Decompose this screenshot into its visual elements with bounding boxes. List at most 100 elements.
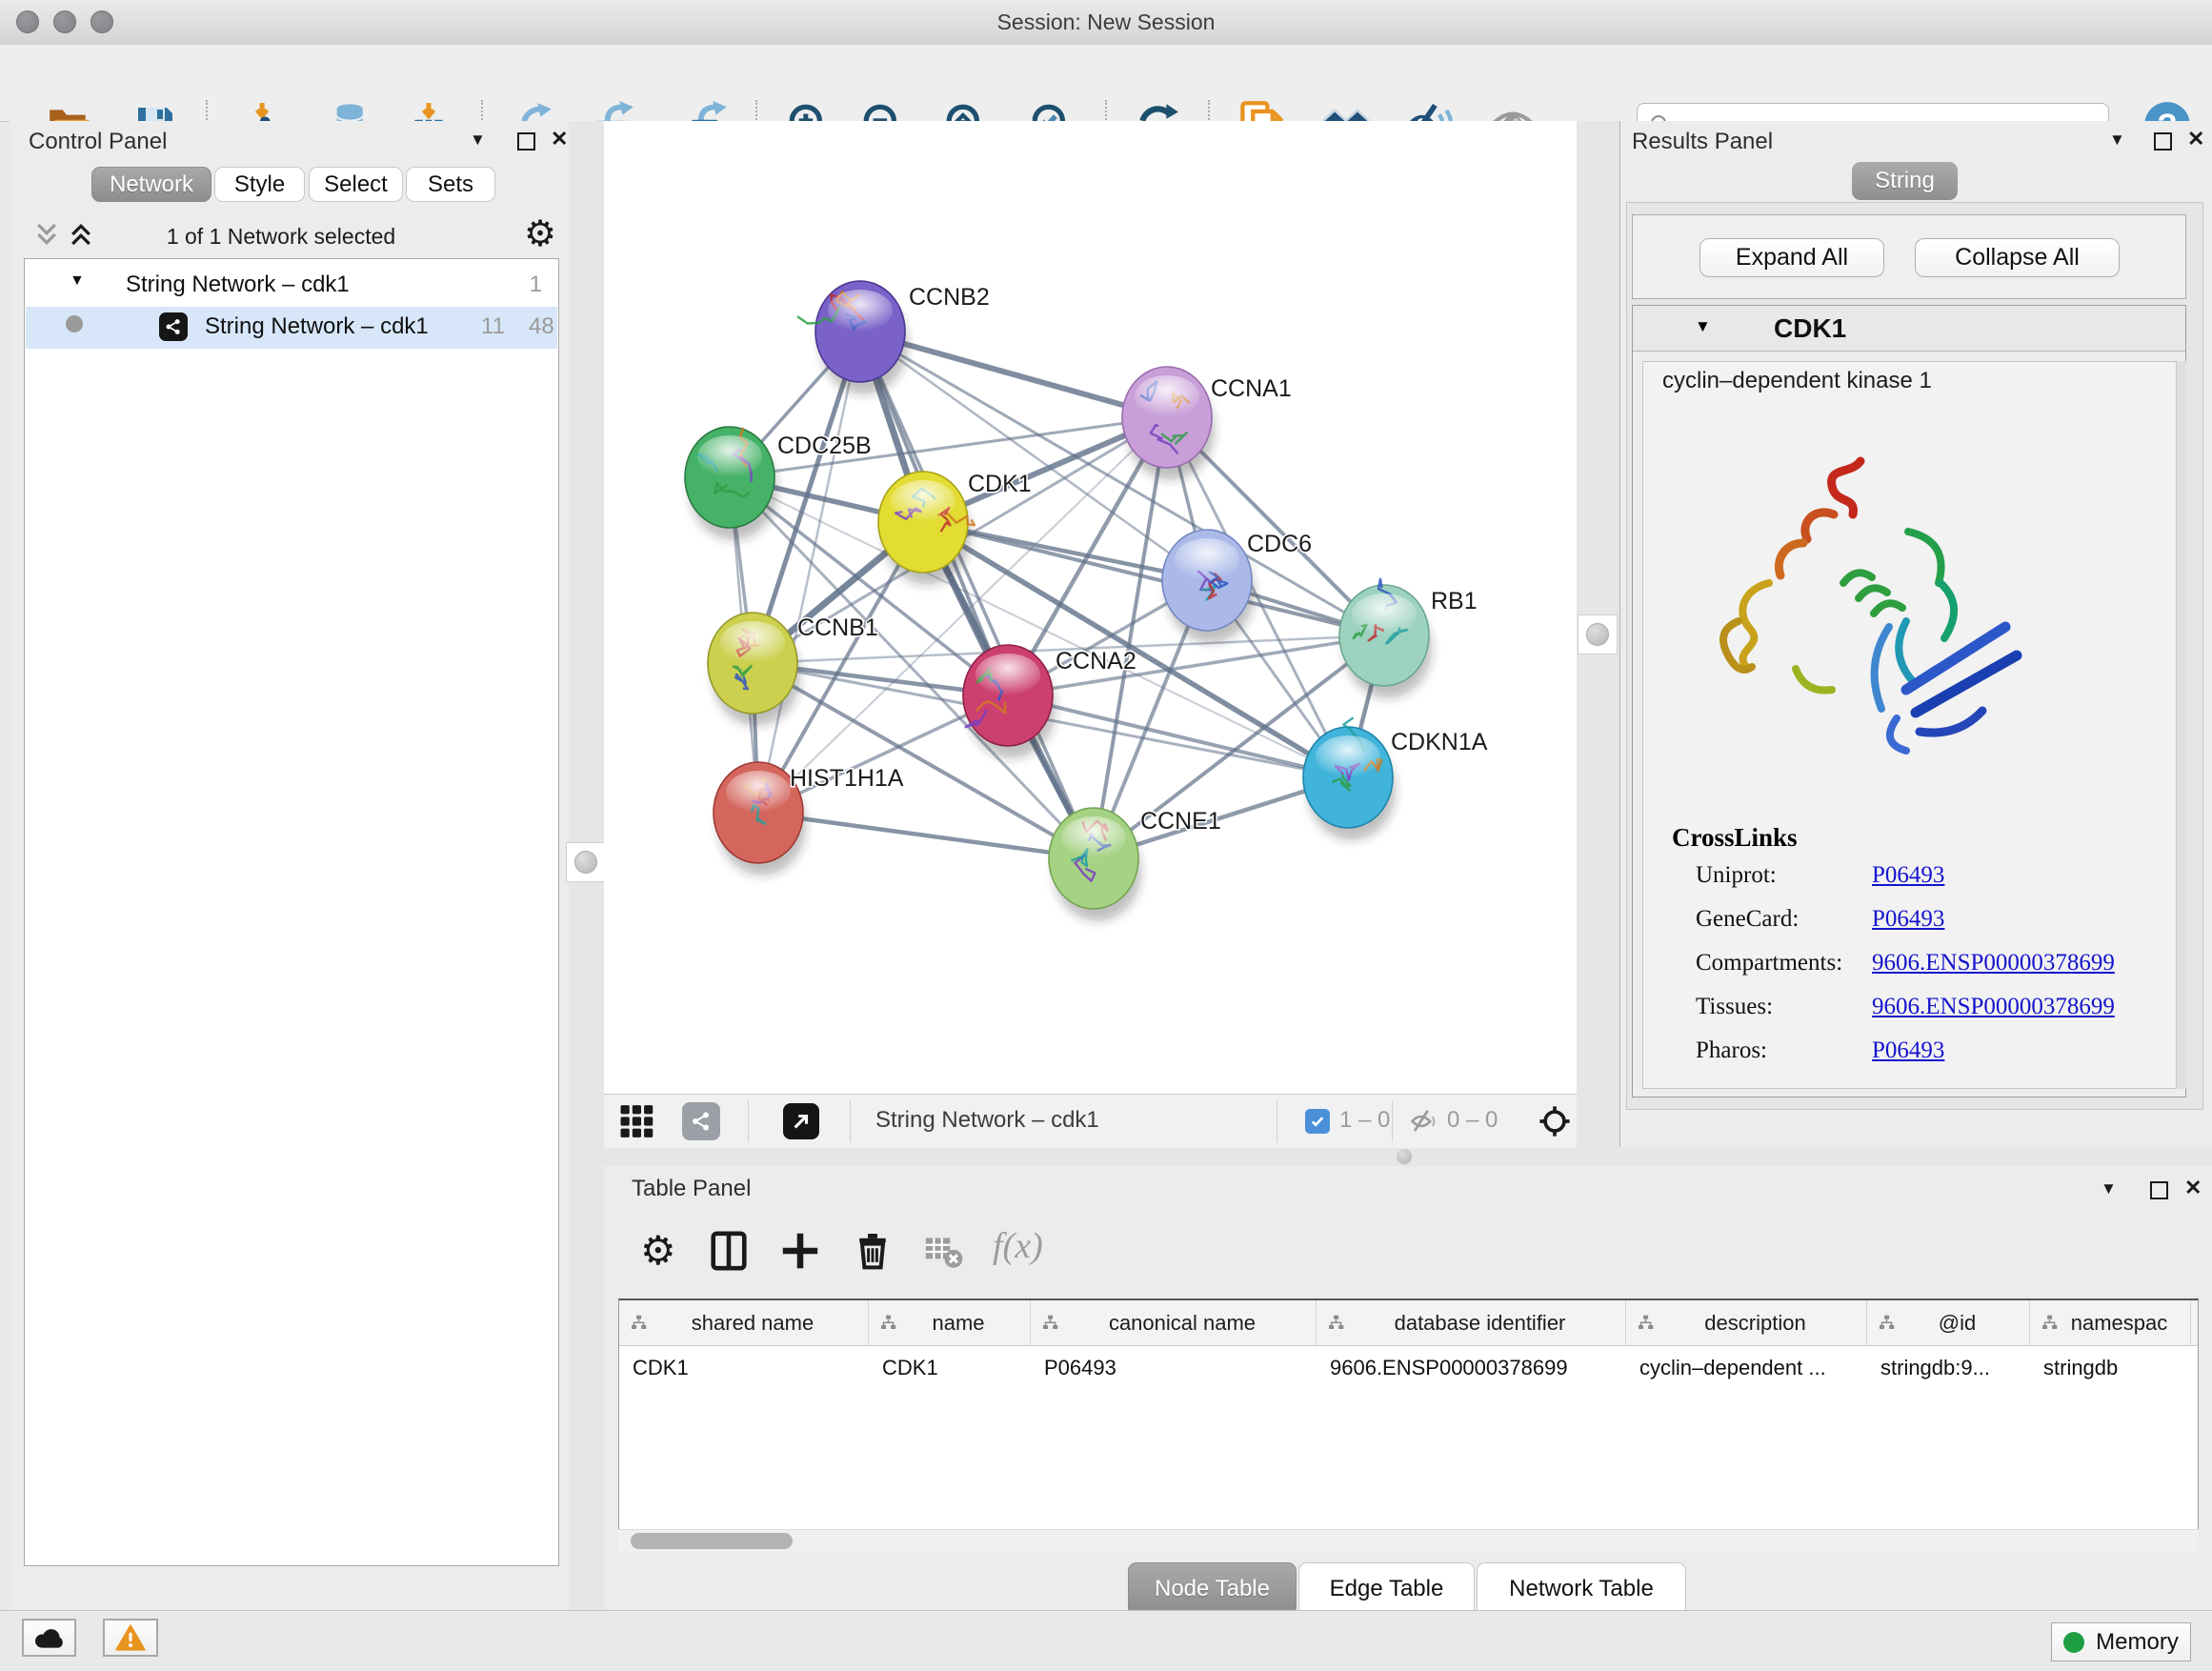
network-node[interactable] <box>1339 579 1432 698</box>
crosslink-link[interactable]: 9606.ENSP00000378699 <box>1872 994 2115 1020</box>
network-graph[interactable]: CCNB2CCNA1CDC25BCDK1CDC6RB1CCNB1CCNA2CDK… <box>604 121 1577 1094</box>
network-options-gear-icon[interactable]: ⚙ <box>524 212 556 255</box>
selected-items-checkbox[interactable] <box>1305 1109 1330 1134</box>
crosslink-link[interactable]: 9606.ENSP00000378699 <box>1872 950 2115 976</box>
collapse-panel-button[interactable]: ▼ <box>470 129 486 151</box>
expand-all-button[interactable]: Expand All <box>1699 238 1884 277</box>
crosshair-icon <box>1538 1105 1571 1137</box>
column-header[interactable]: namespac <box>2030 1300 2191 1345</box>
network-edge[interactable] <box>758 332 860 813</box>
window-title: Session: New Session <box>0 10 2212 35</box>
double-chevron-up-icon <box>67 220 95 249</box>
tab-edge-table[interactable]: Edge Table <box>1298 1562 1475 1616</box>
crosslink-label: GeneCard: <box>1696 906 1799 933</box>
expand-all-networks-button[interactable] <box>67 220 95 253</box>
float-panel-button[interactable] <box>2154 132 2172 151</box>
tab-sets[interactable]: Sets <box>406 167 495 202</box>
show-columns-button[interactable] <box>707 1229 751 1278</box>
table-header-row: shared namenamecanonical namedatabase id… <box>619 1300 2198 1346</box>
column-header[interactable]: database identifier <box>1317 1300 1626 1345</box>
tab-style[interactable]: Style <box>214 167 305 202</box>
column-header[interactable]: name <box>869 1300 1031 1345</box>
table-cell[interactable]: stringdb:9... <box>1867 1356 2030 1380</box>
table-cell[interactable]: stringdb <box>2030 1356 2191 1380</box>
network-node[interactable] <box>685 427 777 540</box>
right-splitter[interactable] <box>1577 121 1619 1147</box>
network-view-toolbar: String Network – cdk1 1 – 0 0 – 0 <box>604 1094 1577 1148</box>
tab-network[interactable]: Network <box>91 167 211 202</box>
network-node[interactable] <box>963 645 1056 758</box>
delete-column-button[interactable] <box>852 1229 894 1278</box>
memory-button[interactable]: Memory <box>2051 1622 2191 1661</box>
tab-string[interactable]: String <box>1852 162 1958 200</box>
table-row[interactable]: CDK1CDK1P064939606.ENSP00000378699cyclin… <box>619 1346 2198 1389</box>
table-cell[interactable]: CDK1 <box>619 1356 869 1380</box>
tree-column-icon <box>2041 1315 2058 1331</box>
close-panel-button[interactable]: ✕ <box>551 127 568 151</box>
warnings-button[interactable] <box>103 1619 158 1657</box>
splitter-handle[interactable] <box>1578 614 1618 654</box>
network-node[interactable] <box>878 472 975 585</box>
column-header[interactable]: description <box>1626 1300 1867 1345</box>
node-label: CCNB1 <box>797 614 878 641</box>
network-node[interactable] <box>1049 808 1141 921</box>
detach-view-button[interactable] <box>783 1103 819 1139</box>
create-column-button[interactable] <box>778 1229 822 1278</box>
collapse-all-button[interactable]: Collapse All <box>1915 238 2120 277</box>
network-node[interactable] <box>1122 367 1215 480</box>
tab-network-table[interactable]: Network Table <box>1477 1562 1686 1616</box>
network-label: String Network – cdk1 <box>205 313 429 340</box>
tab-select[interactable]: Select <box>309 167 403 202</box>
scrollbar-thumb[interactable] <box>631 1533 793 1549</box>
cloud-button[interactable] <box>22 1619 76 1657</box>
table-cell[interactable]: CDK1 <box>869 1356 1031 1380</box>
splitter-handle[interactable] <box>1397 1149 1412 1164</box>
splitter-handle[interactable] <box>566 842 606 882</box>
network-node-count: 11 <box>481 313 505 340</box>
column-header[interactable]: shared name <box>619 1300 869 1345</box>
gene-section-header[interactable]: ▼ CDK1 <box>1633 306 2185 352</box>
network-collection-row[interactable]: ▼ String Network – cdk1 1 <box>26 265 557 307</box>
float-panel-button[interactable] <box>517 132 535 151</box>
table-horizontal-scrollbar[interactable] <box>618 1529 2199 1552</box>
tab-node-table[interactable]: Node Table <box>1128 1562 1297 1616</box>
network-node[interactable] <box>1162 530 1255 643</box>
crosslink-link[interactable]: P06493 <box>1872 1037 1944 1064</box>
crosslink-link[interactable]: P06493 <box>1872 862 1944 889</box>
crosslink-link[interactable]: P06493 <box>1872 906 1944 933</box>
close-panel-button[interactable]: ✕ <box>2187 127 2204 151</box>
section-expander-icon[interactable]: ▼ <box>1695 317 1711 336</box>
crosslink-label: Tissues: <box>1696 994 1773 1020</box>
node-label: CCNA2 <box>1056 648 1136 674</box>
check-icon <box>1309 1113 1326 1130</box>
network-node[interactable] <box>797 281 908 394</box>
left-splitter[interactable] <box>569 121 604 1610</box>
column-header[interactable]: @id <box>1867 1300 2030 1345</box>
memory-label: Memory <box>2096 1629 2179 1656</box>
string-view-button[interactable] <box>682 1102 720 1140</box>
collapse-panel-button[interactable]: ▼ <box>2101 1178 2117 1200</box>
network-edge[interactable] <box>758 813 1094 858</box>
table-cell[interactable]: cyclin–dependent ... <box>1626 1356 1867 1380</box>
close-panel-button[interactable]: ✕ <box>2184 1176 2202 1200</box>
bottom-splitter[interactable] <box>604 1147 2212 1166</box>
table-cell[interactable]: 9606.ENSP00000378699 <box>1317 1356 1626 1380</box>
network-node[interactable] <box>708 613 800 726</box>
crosslink-row: Compartments:9606.ENSP00000378699 <box>1643 950 2176 980</box>
column-header[interactable]: canonical name <box>1031 1300 1317 1345</box>
toolbar-separator <box>748 1100 749 1142</box>
collection-expander-icon[interactable]: ▼ <box>70 272 85 290</box>
grid-view-button[interactable] <box>619 1103 663 1144</box>
table-options-gear-icon[interactable]: ⚙ <box>640 1227 676 1274</box>
network-edge[interactable] <box>923 522 1384 635</box>
hidden-count: 0 – 0 <box>1447 1107 1498 1134</box>
birds-eye-view-button[interactable] <box>1538 1105 1571 1142</box>
network-row-selected[interactable]: String Network – cdk1 11 48 <box>26 307 557 349</box>
results-scrollbar[interactable] <box>2177 361 2186 1089</box>
cloud-icon <box>33 1625 66 1650</box>
float-panel-button[interactable] <box>2150 1181 2168 1199</box>
network-canvas[interactable]: CCNB2CCNA1CDC25BCDK1CDC6RB1CCNB1CCNA2CDK… <box>604 121 1577 1094</box>
table-cell[interactable]: P06493 <box>1031 1356 1317 1380</box>
collapse-panel-button[interactable]: ▼ <box>2109 129 2125 151</box>
collapse-all-networks-button[interactable] <box>32 220 61 253</box>
